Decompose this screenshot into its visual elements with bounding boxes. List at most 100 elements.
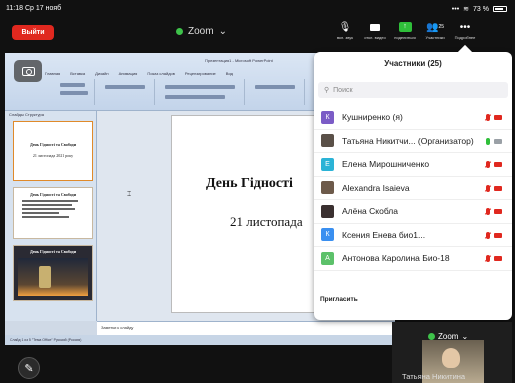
participant-name: Кушниренко (я) (342, 112, 403, 123)
chevron-down-icon: ⌄ (461, 332, 469, 341)
mic-muted-icon (486, 255, 490, 262)
video-off-icon (494, 115, 502, 120)
share-screen-button[interactable]: ↑ поделиться (390, 19, 420, 40)
pencil-icon: ✎ (24, 362, 34, 375)
status-time: 11:18 Ср 17 нояб (6, 5, 62, 12)
unmute-button[interactable]: 🎙 вкл. звук (330, 19, 360, 41)
participant-name: Антонова Каролина Био-18 (342, 253, 450, 264)
slide-thumbnail[interactable]: День Гідності та Свободи (13, 187, 93, 239)
participants-icon: 👥 25 (425, 21, 444, 33)
toolbar-buttons: 🎙 вкл. звук откл. видео ↑ поделиться 👥 25… (330, 19, 480, 41)
ppt-window-title: Презентация1 - Microsoft PowerPoint (205, 58, 273, 63)
self-video-tile[interactable]: Zoom ⌄ Татьяна Никитина (392, 322, 512, 383)
slide-thumbnail[interactable]: День Гідності та Свободи 21 листопада 20… (13, 121, 93, 181)
participant-row[interactable]: А Антонова Каролина Био-18 (314, 247, 512, 271)
slide-thumbnail[interactable]: День Гідності та Свободи (13, 245, 93, 301)
ribbon-control (165, 95, 225, 99)
chevron-down-icon: ⌄ (218, 26, 227, 37)
ribbon-control (255, 85, 295, 89)
ribbon-control (60, 91, 88, 95)
meeting-toolbar: Выйти Zoom ⌄ 🎙 вкл. звук откл. видео ↑ п… (0, 17, 515, 47)
battery-percent: 73 % (473, 5, 489, 13)
self-video-name: Татьяна Никитина (402, 372, 466, 381)
avatar: К (321, 228, 334, 242)
battery-icon (493, 6, 507, 12)
participant-status (486, 231, 502, 239)
mic-muted-icon (486, 114, 490, 121)
slides-panel-tabs: Слайды Структура (9, 112, 44, 117)
participants-panel: Участники (25) ⚲ Поиск К Кушниренко (я) Та… (314, 52, 512, 320)
shield-icon (176, 28, 183, 35)
avatar: А (321, 251, 334, 265)
participant-row[interactable]: Алёна Скобла (314, 200, 512, 224)
participant-name: Татьяна Никитчи... (Организатор) (342, 135, 474, 146)
video-off-icon (494, 256, 502, 261)
participant-row[interactable]: Alexandra Isaieva (314, 177, 512, 200)
thumbnail-subtitle: 21 листопада 2021 року (32, 153, 74, 158)
participant-row[interactable]: К Ксения Енева био1... (314, 224, 512, 247)
share-screen-icon: ↑ (390, 19, 420, 35)
video-off-icon (494, 209, 502, 214)
ppt-tab: Дизайн (95, 71, 109, 76)
participants-search-input[interactable]: ⚲ Поиск (318, 82, 508, 98)
slide-subtitle: 21 листопада (230, 214, 303, 229)
more-button[interactable]: ••• Подробнее (450, 19, 480, 41)
participant-status (486, 255, 502, 262)
avatar: К (321, 110, 334, 124)
mic-muted-icon (486, 231, 490, 239)
participant-status (486, 161, 502, 168)
notes-pane[interactable]: Заметки к слайду (97, 321, 395, 335)
mic-muted-icon (486, 161, 490, 168)
video-off-icon (494, 185, 502, 191)
participant-name: Елена Мирошниченко (342, 159, 430, 170)
status-right: ••• ≋ 73 % (452, 5, 507, 13)
ppt-ribbon-tabs: Главная Вставка Дизайн Анимация Показ сл… (45, 71, 233, 76)
participants-title: Участники (25) (384, 59, 442, 68)
participant-name: Alexandra Isaieva (342, 182, 410, 193)
annotate-button[interactable]: ✎ (18, 357, 40, 379)
mic-muted-icon (486, 184, 490, 192)
meeting-title-label: Zoom (188, 26, 214, 37)
search-icon: ⚲ (324, 87, 330, 94)
stop-video-button[interactable]: откл. видео (360, 19, 390, 40)
thumbnail-text-lines (22, 200, 84, 218)
ppt-tab: Рецензирование (184, 71, 216, 76)
wifi-icon: ≋ (463, 6, 470, 13)
thumbnail-title: День Гідності та Свободи (29, 249, 77, 254)
status-bar: 11:18 Ср 17 нояб ••• ≋ 73 % (0, 0, 515, 17)
participant-status (486, 114, 502, 121)
search-placeholder: Поиск (333, 86, 353, 94)
thumbnail-title: День Гідності та Свободи (29, 142, 77, 147)
participant-row[interactable]: К Кушниренко (я) (314, 106, 512, 130)
avatar (321, 181, 334, 195)
participants-button[interactable]: 👥 25 Участники (420, 19, 450, 41)
slides-panel: Слайды Структура День Гідності та Свобод… (5, 111, 97, 321)
shield-icon (428, 333, 435, 340)
thumbnail-title: День Гідності та Свободи (29, 192, 77, 197)
ribbon-group (155, 79, 245, 105)
video-icon (360, 19, 390, 35)
invite-button[interactable]: Пригласить (320, 295, 358, 304)
participant-row[interactable]: Е Елена Мирошниченко (314, 153, 512, 177)
participant-row[interactable]: Татьяна Никитчи... (Организатор) (314, 130, 512, 153)
avatar (321, 134, 334, 148)
meeting-title[interactable]: Zoom ⌄ (176, 26, 227, 37)
ppt-status-bar: Слайд 1 из 5 "Тема Office" Русский (Росс… (5, 335, 395, 345)
ribbon-control (60, 83, 85, 87)
more-icon: ••• (459, 21, 471, 33)
avatar: Е (321, 157, 334, 171)
signal-icon: ••• (451, 5, 460, 13)
participant-face (442, 348, 460, 368)
video-zoom-label: Zoom ⌄ (428, 332, 468, 341)
leave-button[interactable]: Выйти (12, 25, 54, 40)
ppt-tab: Вставка (70, 71, 86, 76)
camera-button[interactable] (14, 60, 42, 82)
video-off-icon (494, 232, 502, 238)
participant-status (486, 184, 502, 192)
mic-muted-icon: 🎙 (338, 21, 352, 33)
camera-icon (21, 66, 35, 76)
ppt-tab: Главная (45, 71, 61, 76)
ppt-tab: Анимация (118, 71, 138, 76)
participant-name: Ксения Енева био1... (342, 229, 426, 240)
mic-muted-icon (486, 208, 490, 215)
